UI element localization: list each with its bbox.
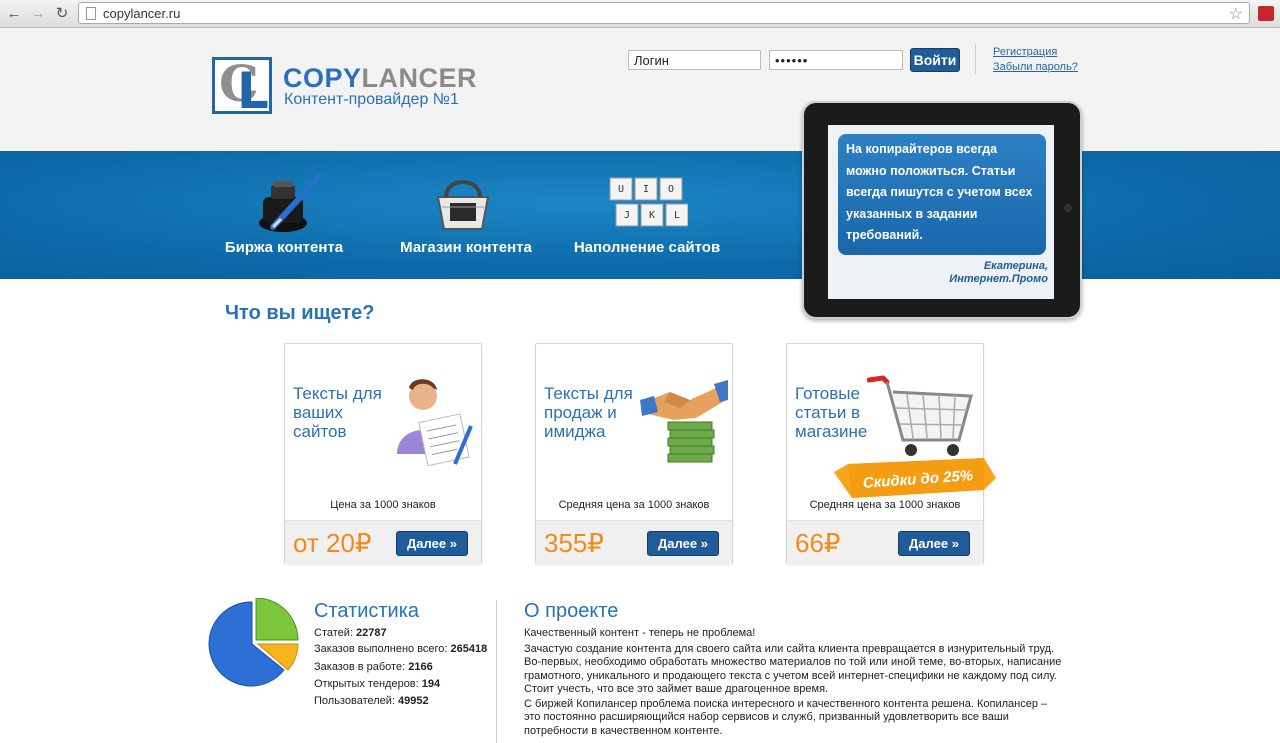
stat-row-value: 22787 [356, 627, 387, 639]
card-more-button[interactable]: Далее » [898, 531, 970, 556]
tablet-screen: На копирайтеров всегда можно положиться.… [828, 125, 1054, 299]
handshake-money-icon [640, 380, 728, 463]
service-label-exchange[interactable]: Биржа контента [216, 239, 352, 256]
inkwell-pen-icon[interactable] [253, 171, 325, 235]
offer-card-sales: Тексты для продаж и имиджа Средняя цена … [535, 343, 733, 564]
login-input[interactable] [628, 50, 761, 70]
card-more-button[interactable]: Далее » [647, 531, 719, 556]
about-paragraph: Зачастую создание контента для своего са… [524, 643, 1062, 695]
page-icon [86, 7, 96, 20]
tablet-home-icon [1064, 204, 1072, 212]
logo-mark-icon[interactable]: C L [212, 54, 272, 120]
card-price: от 20₽ [293, 528, 372, 558]
stat-row-label: Пользователей: [314, 695, 399, 707]
shopping-cart-icon [867, 375, 973, 456]
logo-text[interactable]: COPYLANCER [283, 63, 477, 94]
person-document-icon [397, 379, 473, 466]
card-title[interactable]: Тексты для продаж и имиджа [544, 384, 633, 441]
stats-title: Статистика [314, 600, 420, 622]
password-input[interactable] [769, 50, 903, 70]
forgot-password-link[interactable]: Забыли пароль? [993, 61, 1078, 73]
about-paragraph: С биржей Копилансер проблема поиска инте… [524, 698, 1048, 737]
key-u: U [618, 184, 624, 195]
stat-row-value: 49952 [398, 695, 429, 707]
reload-icon[interactable]: ↻ [52, 4, 72, 24]
testimonial-text: На копирайтеров всегда можно положиться.… [838, 134, 1046, 255]
stat-row: Заказов в работе: 2166 [314, 661, 433, 673]
key-k: K [649, 210, 655, 221]
stat-row-label: Заказов в работе: [314, 661, 409, 673]
key-i: I [643, 184, 649, 195]
logo-letter-l: L [237, 62, 269, 120]
stat-row-label: Заказов выполнено всего: [314, 643, 451, 655]
stat-row: Статей: 22787 [314, 627, 387, 639]
header-divider [975, 44, 976, 74]
logo-tagline: Контент-провайдер №1 [284, 91, 459, 108]
pie-chart-icon [208, 598, 299, 687]
key-o: O [668, 184, 674, 195]
card-price: 66₽ [795, 528, 841, 558]
bottom-divider [496, 600, 497, 743]
stat-row: Пользователей: 49952 [314, 695, 429, 707]
service-label-filling[interactable]: Наполнение сайтов [568, 239, 726, 256]
testimonial-author: Екатерина, Интернет.Промо [949, 260, 1048, 286]
address-bar[interactable]: copylancer.ru ☆ [78, 2, 1250, 24]
shopping-basket-icon[interactable] [430, 173, 496, 235]
forward-icon[interactable]: → [28, 4, 48, 24]
card-more-button[interactable]: Далее » [396, 531, 468, 556]
card-title[interactable]: Тексты для ваших сайтов [293, 384, 382, 441]
card-footer: от 20₽ Далее » [285, 520, 481, 564]
testimonial-tablet: На копирайтеров всегда можно положиться.… [802, 101, 1082, 319]
stat-row: Открытых тендеров: 194 [314, 678, 440, 690]
about-intro: Качественный контент - теперь не проблем… [524, 627, 756, 639]
stat-row-value: 265418 [450, 643, 488, 655]
card-footer: 66₽ Далее » [787, 520, 983, 564]
sale-ribbon[interactable]: Скидки до 25% [834, 458, 996, 498]
stat-row-value: 2166 [408, 661, 433, 673]
about-title: О проекте [524, 600, 619, 622]
card-title[interactable]: Готовые статьи в магазине [795, 384, 867, 441]
url-text: copylancer.ru [103, 6, 181, 21]
register-link[interactable]: Регистрация [993, 46, 1057, 58]
logo-text-copy: COPY [283, 63, 362, 93]
login-button[interactable]: Войти [910, 48, 960, 72]
card-price: 355₽ [544, 528, 604, 558]
stat-row-label: Открытых тендеров: [314, 678, 422, 690]
offer-card-websites: Тексты для ваших сайтов Цена за 1000 зна… [284, 343, 482, 564]
stat-row: Заказов выполнено всего: 265418 [314, 643, 487, 655]
bookmark-star-icon[interactable]: ☆ [1229, 4, 1243, 24]
site-header [0, 28, 1280, 151]
section-title: Что вы ищете? [225, 302, 375, 324]
stat-row-label: Статей: [314, 627, 357, 639]
card-price-note: Цена за 1000 знаков [330, 499, 436, 511]
key-j: J [624, 210, 630, 221]
testimonial-author-company: Интернет.Промо [949, 273, 1048, 285]
service-label-shop[interactable]: Магазин контента [396, 239, 536, 256]
card-price-note: Средняя цена за 1000 знаков [558, 499, 710, 511]
card-price-note: Средняя цена за 1000 знаков [809, 499, 961, 511]
back-icon[interactable]: ← [4, 4, 24, 24]
extension-icon[interactable] [1258, 6, 1274, 21]
key-l: L [674, 210, 680, 221]
offer-card-store: Готовые статьи в магазине Средняя цена з… [786, 343, 984, 564]
logo-text-lancer: LANCER [361, 63, 478, 93]
keyboard-keys-icon[interactable]: U I O J K L [608, 177, 689, 229]
stat-row-value: 194 [421, 678, 441, 690]
testimonial-author-name: Екатерина, [983, 260, 1048, 272]
services-band: Биржа контента Магазин контента U I O J … [0, 151, 1280, 279]
card-footer: 355₽ Далее » [536, 520, 732, 564]
browser-toolbar: ← → ↻ copylancer.ru ☆ [0, 0, 1280, 28]
